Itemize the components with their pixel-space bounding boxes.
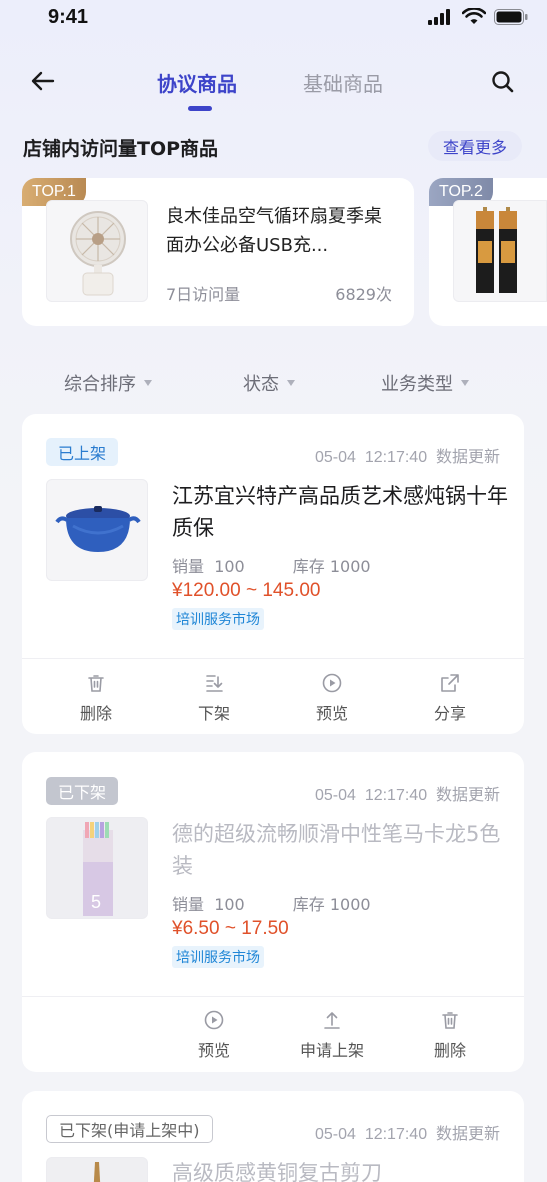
product-title: 高级质感黄铜复古剪刀	[172, 1161, 382, 1182]
top-card-2[interactable]: TOP.2	[429, 178, 547, 326]
filter-business-type-label: 业务类型	[381, 374, 453, 395]
download-shelf-icon	[206, 675, 223, 692]
filter-status-label: 状态	[243, 374, 279, 395]
trash-icon	[442, 1012, 458, 1029]
svg-text:5: 5	[91, 892, 101, 912]
product-price: ¥120.00 ~ 145.00	[172, 580, 321, 601]
search-icon	[492, 71, 514, 93]
battery-icon	[494, 8, 528, 25]
sales-label: 销量	[172, 557, 205, 576]
top-item-title: 良木佳品空气循环扇夏季桌面办公必备USB充...	[166, 206, 382, 256]
business-tag: 培训服务市场	[172, 608, 264, 630]
product-title: 江苏宜兴特产高品质艺术感炖锅十年质保	[172, 484, 508, 540]
product-stats: 销量 100 库存 1000	[172, 553, 371, 577]
top-item-visits-label: 7日访问量	[166, 285, 241, 304]
product-thumbnail-scissors	[46, 1157, 148, 1182]
sales-value: 100	[214, 895, 245, 914]
pot-image	[55, 506, 141, 552]
product-price: ¥6.50 ~ 17.50	[172, 918, 289, 939]
status-time: 9:41	[48, 6, 89, 28]
arrow-left-icon	[31, 71, 55, 91]
share-button[interactable]: 分享	[410, 672, 490, 724]
delete-button[interactable]: 删除	[56, 672, 136, 724]
filter-sort[interactable]: 综合排序	[64, 370, 152, 396]
preview-button[interactable]: 预览	[174, 1009, 254, 1061]
tab-protocol-goods[interactable]: 协议商品	[157, 68, 237, 97]
wifi-icon	[462, 8, 486, 24]
stock-value: 1000	[329, 557, 371, 576]
preview-button[interactable]: 预览	[292, 672, 372, 724]
scissors-image	[93, 1162, 101, 1182]
stock-value: 1000	[329, 895, 371, 914]
signal-icon	[428, 8, 450, 25]
pens-image: 5	[83, 822, 113, 916]
see-more-button[interactable]: 查看更多	[428, 131, 522, 161]
dropdown-arrow-icon	[287, 380, 295, 386]
stock-label: 库存	[292, 895, 325, 914]
top-item-visits-value: 6829次	[335, 285, 392, 304]
business-tag: 培训服务市场	[172, 946, 264, 968]
preview-label: 预览	[315, 704, 348, 723]
product-title: 德的超级流畅顺滑中性笔马卡龙5色装	[172, 822, 501, 878]
product-stats: 销量 100 库存 1000	[172, 891, 371, 915]
delete-label: 删除	[433, 1041, 466, 1060]
card-divider	[22, 658, 524, 659]
delete-label: 删除	[79, 704, 112, 723]
product-card[interactable]: 已上架 05-04 12:17:40 数据更新 江苏宜兴特产高品质艺术感炖锅十年…	[22, 414, 524, 734]
status-badge: 已下架(申请上架中)	[46, 1115, 213, 1143]
status-badge: 已下架	[46, 777, 119, 805]
share-label: 分享	[433, 704, 466, 723]
card-divider	[22, 996, 524, 997]
upload-icon	[324, 1012, 340, 1029]
play-circle-icon	[204, 1010, 224, 1030]
delete-button[interactable]: 删除	[410, 1009, 490, 1061]
take-down-button[interactable]: 下架	[174, 672, 254, 724]
filter-status[interactable]: 状态	[243, 370, 295, 396]
fan-image	[70, 211, 126, 296]
share-icon	[441, 674, 459, 692]
stock-label: 库存	[292, 557, 325, 576]
battery-product-image	[476, 207, 517, 293]
filter-business-type[interactable]: 业务类型	[381, 370, 469, 396]
update-time: 05-04 12:17:40 数据更新	[315, 787, 500, 804]
status-badge: 已上架	[46, 438, 119, 466]
filter-sort-label: 综合排序	[64, 374, 136, 395]
sales-value: 100	[214, 557, 245, 576]
product-thumbnail-pot	[46, 479, 148, 581]
sales-label: 销量	[172, 895, 205, 914]
apply-listing-label: 申请上架	[299, 1041, 364, 1060]
product-thumbnail-pens: 5	[46, 817, 148, 919]
search-button[interactable]	[489, 68, 517, 96]
dropdown-arrow-icon	[461, 380, 469, 386]
status-icons	[428, 8, 528, 25]
product-thumbnail-battery	[453, 200, 547, 302]
tab-active-indicator	[188, 106, 212, 111]
back-button[interactable]	[28, 66, 58, 96]
play-circle-icon	[322, 673, 342, 693]
top-card-1[interactable]: TOP.1 良木佳品空气循环扇夏季桌面办公必备USB充... 7日访问量 682…	[22, 178, 414, 326]
product-card[interactable]: 已下架(申请上架中) 05-04 12:17:40 数据更新 高级质感黄铜复古剪…	[22, 1091, 524, 1182]
update-time: 05-04 12:17:40 数据更新	[315, 1126, 500, 1143]
section-title: 店铺内访问量TOP商品	[23, 138, 219, 160]
apply-listing-button[interactable]: 申请上架	[292, 1009, 372, 1061]
take-down-label: 下架	[197, 704, 230, 723]
tab-basic-goods[interactable]: 基础商品	[303, 68, 383, 97]
update-time: 05-04 12:17:40 数据更新	[315, 449, 500, 466]
product-thumbnail-fan	[46, 200, 148, 302]
preview-label: 预览	[197, 1041, 230, 1060]
trash-icon	[88, 675, 104, 692]
product-card[interactable]: 已下架 05-04 12:17:40 数据更新 5 德的超级流畅顺滑中性笔马卡龙…	[22, 752, 524, 1072]
dropdown-arrow-icon	[144, 380, 152, 386]
